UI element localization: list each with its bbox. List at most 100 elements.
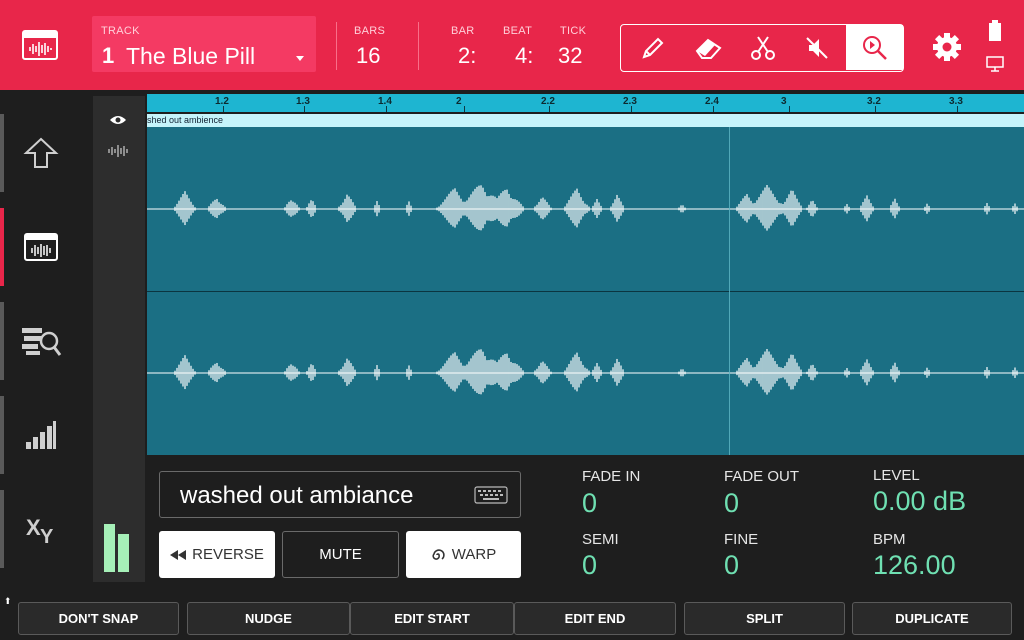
duplicate-button[interactable]: DUPLICATE — [852, 602, 1012, 635]
audio-edit-icon — [24, 233, 58, 261]
fade-in-value[interactable]: 0 — [582, 488, 597, 519]
level-meter-left — [104, 524, 115, 572]
region-label: shed out ambience — [147, 115, 224, 125]
level-meter-right — [118, 534, 129, 572]
edit-start-label: EDIT START — [394, 611, 470, 626]
beat-label: BEAT — [503, 25, 533, 37]
audio-edit-mode-icon[interactable] — [22, 30, 58, 60]
region-label-bar[interactable]: shed out ambience — [147, 114, 1024, 127]
xy-icon: XY — [26, 515, 54, 545]
track-strip — [93, 96, 145, 582]
eraser-icon[interactable] — [681, 25, 736, 70]
monitor-icon — [986, 56, 1004, 72]
ruler-tick — [549, 106, 550, 112]
rewind-icon — [170, 549, 187, 560]
ruler-tick-label: 2.2 — [541, 96, 555, 107]
ruler-tick-label: 1.2 — [215, 96, 229, 107]
tick-value[interactable]: 32 — [558, 43, 582, 69]
mute-label: MUTE — [319, 546, 362, 563]
nav-xyfx[interactable]: XY — [0, 486, 82, 572]
ruler-tick-label: 2.4 — [705, 96, 719, 107]
region-name-field[interactable]: washed out ambiance — [159, 471, 521, 518]
nav-up[interactable] — [0, 110, 82, 196]
level-value[interactable]: 0.00 dB — [873, 486, 966, 517]
ruler-tick-label: 3.2 — [867, 96, 881, 107]
svg-text:Y: Y — [40, 526, 54, 545]
nudge-label: NUDGE — [245, 611, 292, 626]
warp-spiral-icon — [432, 548, 445, 560]
level-bars-icon — [26, 421, 56, 449]
dont-snap-button[interactable]: DON'T SNAP — [18, 602, 179, 635]
ruler-tick-label: 1.3 — [296, 96, 310, 107]
nav-browser[interactable] — [0, 298, 82, 384]
fine-label: FINE — [724, 531, 759, 548]
ruler-tick — [713, 106, 714, 112]
ruler-tick — [789, 106, 790, 112]
beat-value[interactable]: 4: — [515, 43, 533, 69]
chevron-down-icon — [296, 56, 304, 61]
fade-out-label: FADE OUT — [724, 468, 800, 485]
top-bar: TRACK 1 The Blue Pill BARS 16 BAR 2: BEA… — [0, 0, 1024, 90]
divider — [336, 22, 337, 70]
track-number: 1 — [102, 43, 115, 68]
ruler-tick-label: 3.3 — [949, 96, 963, 107]
split-label: SPLIT — [746, 611, 783, 626]
reverse-button[interactable]: REVERSE — [159, 531, 275, 578]
mute-button[interactable]: MUTE — [282, 531, 399, 578]
semi-value[interactable]: 0 — [582, 550, 597, 581]
svg-text:X: X — [26, 515, 41, 540]
channel-divider — [147, 291, 1024, 292]
waveform-display[interactable] — [147, 127, 1024, 455]
split-button[interactable]: SPLIT — [684, 602, 845, 635]
ruler-tick-label: 1.4 — [378, 96, 392, 107]
ruler-tick-label: 3 — [781, 96, 787, 107]
zoom-icon[interactable] — [846, 25, 903, 70]
edit-start-button[interactable]: EDIT START — [350, 602, 514, 635]
eye-icon[interactable] — [109, 114, 127, 126]
scissors-icon[interactable] — [735, 25, 790, 70]
reverse-label: REVERSE — [192, 546, 264, 563]
battery-icon — [989, 20, 1001, 41]
warp-button[interactable]: WARP — [406, 531, 521, 578]
mute-icon[interactable] — [789, 25, 844, 70]
shift-arrow-icon: ⬆ — [4, 596, 12, 606]
ruler-tick — [957, 106, 958, 112]
pencil-icon[interactable] — [625, 25, 680, 70]
ruler-tick-label: 2 — [456, 96, 462, 107]
nudge-button[interactable]: NUDGE — [187, 602, 350, 635]
duplicate-label: DUPLICATE — [895, 611, 969, 626]
region-name: washed out ambiance — [180, 482, 414, 509]
audio-edit-screen: TRACK 1 The Blue Pill BARS 16 BAR 2: BEA… — [0, 0, 1024, 640]
keyboard-icon[interactable] — [474, 486, 508, 504]
semi-label: SEMI — [582, 531, 619, 548]
track-label: TRACK — [101, 25, 140, 37]
ruler-tick — [386, 106, 387, 112]
bars-label: BARS — [354, 25, 386, 37]
fine-value[interactable]: 0 — [724, 550, 739, 581]
track-selector[interactable]: TRACK 1 The Blue Pill — [92, 16, 316, 72]
gear-icon[interactable] — [930, 30, 964, 64]
bar-label: BAR — [451, 25, 475, 37]
ruler-tick — [223, 106, 224, 112]
ruler-tick — [304, 106, 305, 112]
timeline-ruler[interactable]: 1.2 1.3 1.4 2 2.2 2.3 2.4 3 3.2 3.3 — [147, 94, 1024, 112]
bars-value[interactable]: 16 — [356, 43, 380, 69]
waveform-icon[interactable] — [107, 144, 129, 158]
nav-mixer[interactable] — [0, 392, 82, 478]
ruler-tick-label: 2.3 — [623, 96, 637, 107]
ruler-tick — [464, 106, 465, 112]
ruler-tick — [875, 106, 876, 112]
fade-out-value[interactable]: 0 — [724, 488, 739, 519]
edit-tools — [620, 24, 904, 72]
edit-end-button[interactable]: EDIT END — [514, 602, 676, 635]
track-name: The Blue Pill — [126, 43, 256, 69]
up-arrow-icon — [23, 137, 59, 168]
tick-label: TICK — [560, 25, 587, 37]
nav-audio-edit[interactable] — [0, 204, 82, 290]
bpm-label: BPM — [873, 531, 906, 548]
browser-search-icon — [22, 328, 62, 356]
bar-value[interactable]: 2: — [458, 43, 476, 69]
playhead — [729, 127, 730, 455]
edit-end-label: EDIT END — [564, 611, 626, 626]
bpm-value[interactable]: 126.00 — [873, 550, 956, 581]
